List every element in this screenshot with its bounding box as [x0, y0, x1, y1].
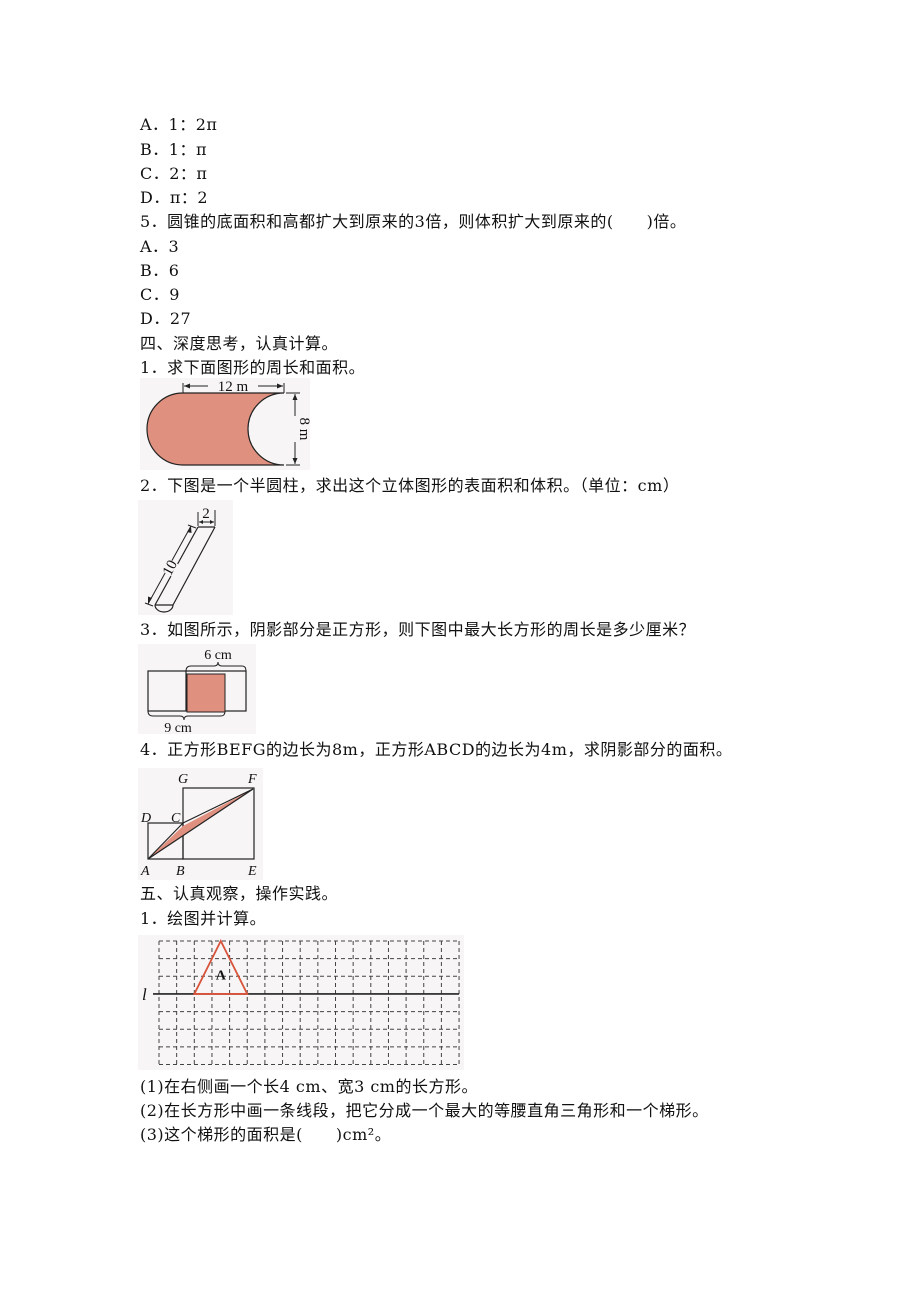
q5-stem: 5．圆锥的底面积和高都扩大到原来的3倍，则体积扩大到原来的( )倍。	[140, 212, 687, 231]
point-g: G	[178, 772, 188, 787]
q4-option-b: B．1：π	[140, 140, 207, 159]
two-squares-diagram: G F D C A B E	[138, 768, 263, 880]
shaded-square	[186, 673, 226, 713]
point-e: E	[247, 864, 257, 879]
s4-problem4-text: 4．正方形BEFG的边长为8m，正方形ABCD的边长为4m，求阴影部分的面积。	[140, 740, 733, 759]
s4-problem2-figure: 2 10	[138, 500, 233, 615]
s5-problem1-text: 1．绘图并计算。	[140, 909, 267, 928]
q5-option-b: B．6	[140, 261, 180, 280]
point-f: F	[247, 772, 257, 787]
point-b: B	[176, 864, 185, 879]
q4-option-c: C．2：π	[140, 164, 208, 183]
s4-problem4-figure: G F D C A B E	[138, 768, 263, 880]
bottom-span-label: 9 cm	[164, 721, 192, 736]
q5-option-c: C．9	[140, 285, 180, 304]
height-label: 8 m	[296, 418, 312, 441]
drawing-grid: l A	[138, 935, 464, 1070]
s4-problem3-figure: 6 cm 9 cm	[138, 644, 256, 736]
top-length-label: 12 m	[218, 379, 249, 395]
q4-option-d: D．π：2	[140, 188, 209, 207]
triangle-a-label: A	[216, 968, 227, 983]
s5-problem1-figure: l A	[138, 935, 464, 1070]
section4-heading: 四、深度思考，认真计算。	[140, 334, 339, 353]
s5-sub3-text: (3)这个梯形的面积是( )cm²。	[140, 1125, 392, 1144]
s4-problem1-figure: 12 m 8 m	[140, 378, 312, 470]
rectangle-square-diagram: 6 cm 9 cm	[138, 644, 256, 736]
semicircle-shape-diagram: 12 m 8 m	[140, 378, 312, 470]
s4-problem2-text: 2．下图是一个半圆柱，求出这个立体图形的表面积和体积。（单位：cm）	[140, 476, 680, 495]
s5-sub1-text: (1)在右侧画一个长4 cm、宽3 cm的长方形。	[140, 1077, 478, 1096]
q5-option-d: D．27	[140, 309, 192, 328]
point-c: C	[171, 811, 181, 826]
point-a: A	[140, 864, 150, 879]
s4-problem3-text: 3．如图所示，阴影部分是正方形，则下图中最大长方形的周长是多少厘米？	[140, 620, 696, 639]
line-l-label: l	[142, 985, 147, 1004]
s5-sub2-text: (2)在长方形中画一条线段，把它分成一个最大的等腰直角三角形和一个梯形。	[140, 1101, 709, 1120]
diameter-label: 2	[202, 506, 210, 522]
s4-problem1-text: 1．求下面图形的周长和面积。	[140, 358, 366, 377]
point-d: D	[140, 811, 151, 826]
half-cylinder-diagram: 2 10	[138, 500, 233, 615]
q4-option-a: A．1：2π	[140, 115, 218, 134]
top-span-label: 6 cm	[204, 648, 232, 663]
section5-heading: 五、认真观察，操作实践。	[140, 884, 339, 903]
q5-option-a: A．3	[140, 237, 180, 256]
